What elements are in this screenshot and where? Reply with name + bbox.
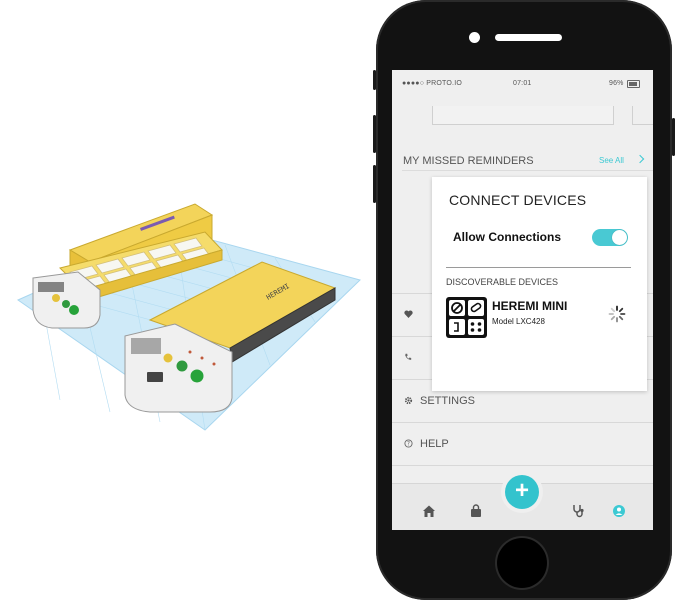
heart-icon bbox=[404, 310, 413, 320]
gear-icon bbox=[404, 396, 413, 407]
missed-reminders-title: MY MISSED REMINDERS bbox=[403, 155, 534, 167]
dialog-title: CONNECT DEVICES bbox=[449, 192, 587, 208]
plus-icon: + bbox=[514, 477, 529, 504]
see-all-link[interactable]: See All bbox=[599, 156, 624, 165]
mute-switch bbox=[373, 70, 376, 90]
volume-down-button bbox=[373, 165, 376, 203]
divider bbox=[402, 170, 653, 171]
battery-percent: 96% bbox=[609, 80, 624, 87]
toggle-knob bbox=[612, 230, 627, 245]
clock: 07:01 bbox=[513, 80, 532, 87]
add-button[interactable]: + bbox=[505, 475, 539, 509]
connect-devices-dialog: CONNECT DEVICES Allow Connections DISCOV… bbox=[432, 177, 647, 391]
stethoscope-icon[interactable] bbox=[572, 504, 586, 518]
phone-icon bbox=[404, 353, 412, 363]
home-button[interactable] bbox=[497, 538, 547, 588]
svg-text:?: ? bbox=[407, 442, 410, 448]
front-camera bbox=[469, 32, 480, 43]
menu-item-label: SETTINGS bbox=[420, 395, 476, 407]
app-screen: ●●●●○ PROTO.IO 07:01 96% MY MISSED REMIN… bbox=[392, 70, 653, 530]
earpiece-speaker bbox=[495, 34, 562, 41]
phone-device: ●●●●○ PROTO.IO 07:01 96% MY MISSED REMIN… bbox=[373, 0, 675, 600]
discoverable-devices-label: DISCOVERABLE DEVICES bbox=[446, 277, 559, 287]
summary-card[interactable] bbox=[432, 106, 614, 125]
chevron-right-icon[interactable] bbox=[635, 154, 645, 164]
summary-card-secondary[interactable] bbox=[632, 106, 653, 125]
profile-icon[interactable] bbox=[612, 504, 626, 518]
carrier-label: ●●●●○ PROTO.IO bbox=[402, 80, 462, 87]
help-icon: ? bbox=[404, 439, 413, 450]
power-button bbox=[672, 118, 675, 156]
menu-item-help[interactable]: ? HELP bbox=[392, 422, 653, 466]
loading-spinner-icon bbox=[608, 305, 626, 323]
device-model: Model LXC428 bbox=[492, 317, 545, 326]
menu-item-label: HELP bbox=[420, 438, 449, 450]
device-name[interactable]: HEREMI MINI bbox=[492, 299, 567, 313]
status-bar: ●●●●○ PROTO.IO 07:01 96% bbox=[392, 70, 653, 96]
bag-icon[interactable] bbox=[469, 504, 483, 518]
divider bbox=[446, 267, 631, 268]
pill-organizer-illustration: HEREMI bbox=[0, 190, 370, 440]
allow-connections-label: Allow Connections bbox=[453, 230, 561, 244]
allow-connections-toggle[interactable] bbox=[592, 229, 628, 246]
volume-up-button bbox=[373, 115, 376, 153]
heremi-logo-icon[interactable] bbox=[446, 297, 487, 338]
battery-icon bbox=[627, 80, 640, 88]
home-icon[interactable] bbox=[422, 504, 436, 518]
